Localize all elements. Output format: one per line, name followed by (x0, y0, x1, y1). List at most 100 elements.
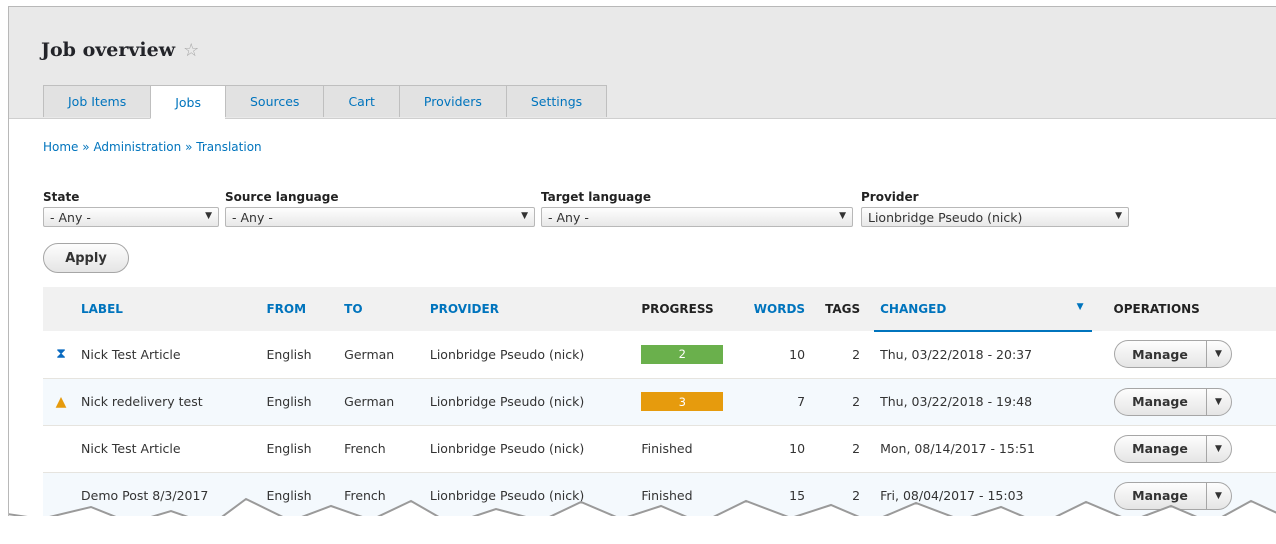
provider-column-header[interactable]: PROVIDER (424, 287, 635, 331)
operations-cell: Manage ▼ (1092, 331, 1276, 378)
status-cell: ▲ (43, 378, 75, 425)
page-title-text: Job overview (41, 39, 176, 61)
words-cell: 10 (789, 441, 806, 456)
changed-cell: Thu, 03/22/2018 - 19:48 (880, 394, 1033, 409)
breadcrumb-translation[interactable]: Translation (196, 140, 261, 154)
changed-cell: Mon, 08/14/2017 - 15:51 (880, 441, 1035, 456)
words-cell: 10 (789, 346, 806, 362)
manage-button[interactable]: Manage (1113, 387, 1206, 416)
from-cell: English (266, 394, 312, 409)
to-column-header[interactable]: TO (338, 287, 424, 331)
tab-jobs[interactable]: Jobs (150, 85, 225, 119)
manage-dropbutton: Manage ▼ (1113, 481, 1232, 510)
source-language-label: Source language (225, 190, 339, 204)
progress-cell: 3 (635, 378, 747, 425)
tab-job-items[interactable]: Job Items (43, 85, 151, 117)
words-column-header[interactable]: WORDS (747, 287, 819, 331)
chevron-down-icon: ▼ (1115, 211, 1122, 221)
state-select-value: - Any - (50, 210, 91, 225)
chevron-down-icon[interactable]: ▼ (1205, 434, 1232, 463)
chevron-down-icon[interactable]: ▼ (1205, 481, 1232, 510)
progress-bar: 3 (641, 392, 724, 411)
state-label: State (43, 190, 80, 204)
tab-cart[interactable]: Cart (323, 85, 399, 117)
provider-select-value: Lionbridge Pseudo (nick) (868, 210, 1023, 225)
manage-button[interactable]: Manage (1113, 340, 1206, 369)
tab-settings[interactable]: Settings (505, 85, 608, 117)
breadcrumb-separator: » (185, 140, 193, 154)
table-row: ▲ Nick redelivery test English German Lionbr… (43, 378, 1276, 425)
tab-providers[interactable]: Providers (398, 85, 506, 117)
table-row: Nick Test Article English French Lionbridge… (43, 425, 1276, 472)
operations-cell: Manage ▼ (1092, 425, 1276, 472)
progress-column-header: PROGRESS (641, 302, 714, 316)
manage-dropbutton: Manage ▼ (1113, 340, 1232, 369)
label-cell: Nick redelivery test (81, 394, 203, 409)
tags-cell: 2 (852, 441, 861, 456)
changed-cell: Thu, 03/22/2018 - 20:37 (880, 347, 1033, 363)
status-cell (43, 472, 75, 516)
provider-cell: Lionbridge Pseudo (nick) (429, 346, 585, 362)
to-cell: German (344, 346, 395, 362)
chevron-down-icon[interactable]: ▼ (1205, 340, 1232, 369)
sort-descending-icon: ▼ (1076, 302, 1084, 312)
chevron-down-icon: ▼ (205, 211, 212, 221)
to-cell: German (344, 394, 395, 409)
changed-header-label: CHANGED (880, 301, 947, 316)
changed-cell: Fri, 08/04/2017 - 15:03 (880, 488, 1024, 503)
table-row: Demo Post 8/3/2017 English French Lionbridg… (43, 472, 1276, 516)
status-cell: ⧗ (43, 331, 75, 378)
status-column-header (43, 287, 75, 331)
progress-status: Finished (641, 488, 693, 503)
source-language-select[interactable]: - Any - ▼ (225, 207, 535, 227)
page-header: Job overview ☆ Job Items Jobs Sources Ca… (9, 7, 1276, 119)
star-outline-icon[interactable]: ☆ (183, 40, 199, 61)
target-language-select[interactable]: - Any - ▼ (541, 207, 853, 227)
tab-sources[interactable]: Sources (225, 85, 324, 117)
provider-filter: Provider Lionbridge Pseudo (nick) ▼ (861, 190, 1129, 227)
chevron-down-icon: ▼ (521, 211, 528, 221)
progress-cell: Finished (635, 472, 747, 516)
manage-dropbutton: Manage ▼ (1113, 434, 1232, 463)
apply-button[interactable]: Apply (43, 243, 129, 273)
breadcrumb-home[interactable]: Home (43, 140, 78, 154)
changed-column-header[interactable]: CHANGED ▼ (874, 287, 1092, 332)
from-cell: English (266, 346, 312, 362)
label-cell: Demo Post 8/3/2017 (81, 488, 209, 503)
words-cell: 15 (789, 488, 806, 503)
manage-dropbutton: Manage ▼ (1113, 387, 1232, 416)
from-column-header[interactable]: FROM (260, 287, 338, 331)
source-language-filter: Source language - Any - ▼ (225, 190, 535, 227)
operations-column-header: OPERATIONS (1113, 302, 1200, 316)
label-column-header[interactable]: LABEL (75, 287, 260, 331)
breadcrumb: Home » Administration » Translation (43, 140, 262, 154)
progress-bar: 2 (641, 344, 724, 364)
from-cell: English (266, 441, 312, 456)
label-cell: Nick Test Article (81, 346, 181, 362)
progress-status: Finished (641, 441, 693, 456)
tab-bar: Job Items Jobs Sources Cart Providers Se… (43, 85, 608, 119)
progress-cell: 2 (635, 331, 747, 378)
provider-cell: Lionbridge Pseudo (nick) (429, 488, 585, 503)
provider-select[interactable]: Lionbridge Pseudo (nick) ▼ (861, 207, 1129, 227)
breadcrumb-separator: » (82, 140, 90, 154)
manage-button[interactable]: Manage (1113, 481, 1206, 510)
state-select[interactable]: - Any - ▼ (43, 207, 219, 227)
target-language-label: Target language (541, 190, 652, 204)
label-cell: Nick Test Article (81, 441, 181, 456)
from-cell: English (266, 488, 312, 503)
manage-button[interactable]: Manage (1113, 434, 1206, 463)
warning-icon: ▲ (55, 393, 67, 410)
words-cell: 7 (797, 394, 806, 409)
breadcrumb-administration[interactable]: Administration (93, 140, 181, 154)
table-row: ⧗ Nick Test Article English German Lionbridg… (43, 331, 1276, 378)
operations-cell: Manage ▼ (1092, 378, 1276, 425)
jobs-table: LABEL FROM TO PROVIDER PROGRESS WORDS TA… (43, 287, 1276, 516)
tags-cell: 2 (852, 346, 861, 362)
tags-column-header: TAGS (825, 302, 861, 316)
chevron-down-icon[interactable]: ▼ (1205, 387, 1232, 416)
provider-label: Provider (861, 190, 919, 204)
to-cell: French (344, 488, 386, 503)
state-filter: State - Any - ▼ (43, 190, 219, 227)
provider-cell: Lionbridge Pseudo (nick) (429, 441, 585, 456)
